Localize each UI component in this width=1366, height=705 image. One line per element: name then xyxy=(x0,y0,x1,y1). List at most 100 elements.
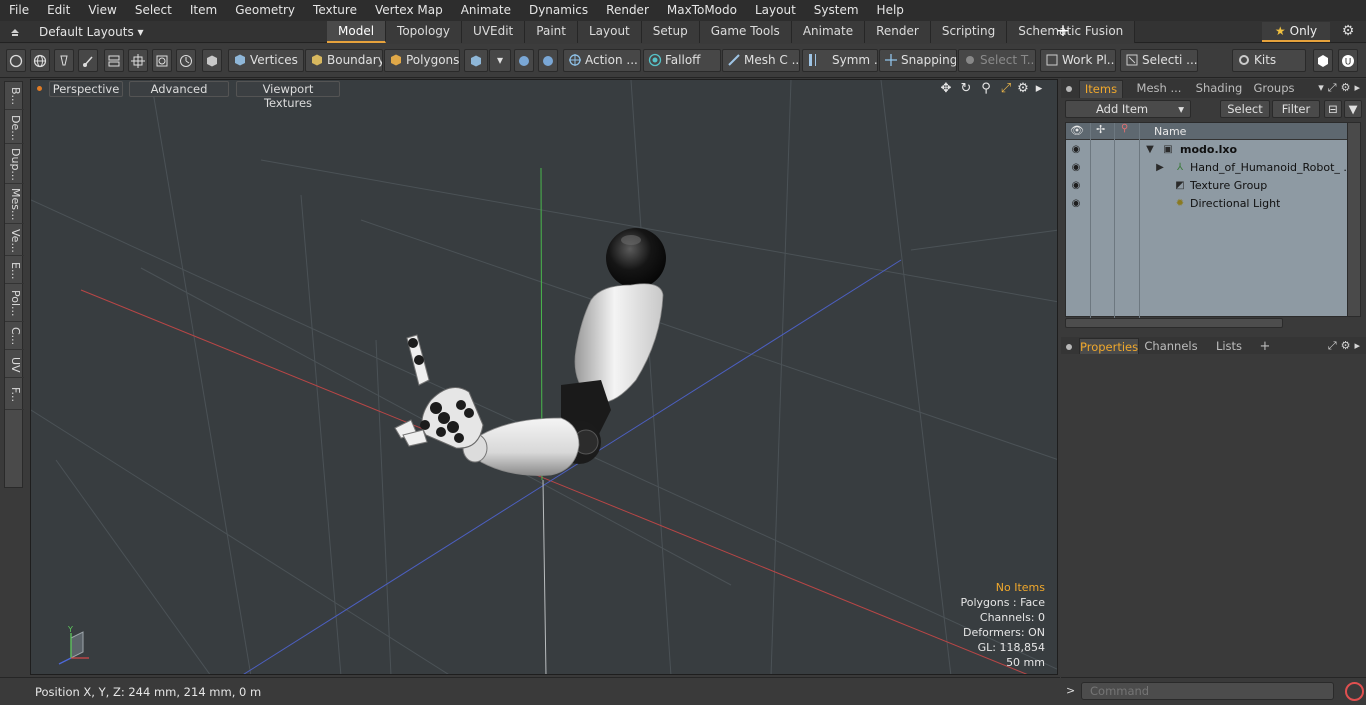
eye-icon[interactable]: ◉ xyxy=(1069,195,1083,213)
record-macro-icon[interactable] xyxy=(1345,682,1364,701)
layout-pin-icon[interactable] xyxy=(8,24,22,40)
panel-dot-icon[interactable] xyxy=(1066,86,1072,92)
filter-button[interactable]: Filter xyxy=(1272,100,1320,118)
menu-item[interactable]: Item xyxy=(181,0,226,21)
menu-geometry[interactable]: Geometry xyxy=(226,0,304,21)
kits-button[interactable]: Kits xyxy=(1232,49,1306,72)
item-list-horizontal-scrollbar[interactable] xyxy=(1065,318,1283,328)
left-tab-vertex[interactable]: Ve... xyxy=(5,226,24,256)
tab-shading[interactable]: Shading xyxy=(1191,80,1247,98)
unreal-icon[interactable]: U xyxy=(1338,49,1358,72)
name-column-header[interactable]: Name xyxy=(1154,125,1186,138)
select-circle-icon[interactable] xyxy=(6,49,26,72)
clock-icon[interactable] xyxy=(176,49,196,72)
globe-icon[interactable] xyxy=(30,49,50,72)
tab-uvedit[interactable]: UVEdit xyxy=(462,21,526,43)
item-row-scene[interactable]: ◉ ▼ ▣ modo.lxo xyxy=(1066,141,1349,159)
material-icon[interactable] xyxy=(464,49,488,72)
collapse-icon[interactable]: ⊟ xyxy=(1324,100,1342,118)
panel-header-icons[interactable]: ⤢⚙▸ xyxy=(1328,339,1364,353)
item-list-vertical-scrollbar[interactable] xyxy=(1347,122,1361,317)
left-tab-basic[interactable]: B... xyxy=(5,84,24,110)
tab-render[interactable]: Render xyxy=(865,21,931,43)
lock-column-icon[interactable]: ✢ xyxy=(1096,123,1105,136)
menu-texture[interactable]: Texture xyxy=(304,0,366,21)
brush-tool-icon[interactable] xyxy=(78,49,98,72)
menu-system[interactable]: System xyxy=(805,0,868,21)
item-row-light[interactable]: ◉ ✹ Directional Light xyxy=(1066,195,1349,213)
eye-icon[interactable]: ◉ xyxy=(1069,177,1083,195)
left-tab-edge[interactable]: E... xyxy=(5,258,24,284)
menu-view[interactable]: View xyxy=(79,0,125,21)
menu-maxtomodo[interactable]: MaxToModo xyxy=(658,0,746,21)
add-tab-icon[interactable]: + xyxy=(1054,23,1072,41)
only-toggle-button[interactable]: ★ Only xyxy=(1262,22,1330,42)
left-tab-polygon[interactable]: Pol... xyxy=(5,286,24,322)
command-input[interactable] xyxy=(1081,682,1334,700)
tab-animate[interactable]: Animate xyxy=(791,21,866,43)
3d-viewport[interactable]: Y Perspective Advanced Viewport Textures… xyxy=(30,79,1058,675)
polygons-button[interactable]: Polygons xyxy=(384,49,460,72)
expand-triangle-icon[interactable]: ▶ xyxy=(1154,159,1166,177)
vertices-button[interactable]: Vertices xyxy=(228,49,304,72)
viewport-gear-icon[interactable]: ⚙ xyxy=(1015,81,1031,97)
eye-icon[interactable]: ◉ xyxy=(1069,141,1083,159)
tab-scripting[interactable]: Scripting xyxy=(930,21,1008,43)
maximize-icon[interactable]: ⤢ xyxy=(998,81,1014,97)
tab-setup[interactable]: Setup xyxy=(641,21,700,43)
tab-model[interactable]: Model xyxy=(327,21,387,43)
left-tab-uv[interactable]: UV xyxy=(5,352,24,378)
action-center-button[interactable]: Action ... xyxy=(563,49,641,72)
visibility-column-icon[interactable]: 👁 xyxy=(1070,124,1084,137)
tab-groups[interactable]: Groups xyxy=(1249,80,1299,98)
tab-game-tools[interactable]: Game Tools xyxy=(699,21,792,43)
menu-edit[interactable]: Edit xyxy=(38,0,79,21)
chevron-down-icon[interactable]: ▾ xyxy=(489,49,511,72)
layout-selector[interactable]: Default Layouts ▾ xyxy=(34,23,144,41)
work-plane-button[interactable]: Work Pl... xyxy=(1040,49,1116,72)
command-history-arrow-icon[interactable]: > xyxy=(1066,684,1075,697)
snap-shield-icon[interactable] xyxy=(538,49,558,72)
align-icon[interactable] xyxy=(104,49,124,72)
funnel-icon[interactable]: ▼ xyxy=(1344,100,1362,118)
symmetry-button[interactable]: Symm ... xyxy=(802,49,878,72)
menu-layout[interactable]: Layout xyxy=(746,0,805,21)
panel-dot-icon[interactable] xyxy=(1066,344,1072,350)
pen-tool-icon[interactable] xyxy=(54,49,74,72)
viewport-options-dot[interactable] xyxy=(37,86,42,91)
select-button[interactable]: Select xyxy=(1220,100,1270,118)
menu-vertex-map[interactable]: Vertex Map xyxy=(366,0,452,21)
eye-icon[interactable]: ◉ xyxy=(1069,159,1083,177)
perspective-button[interactable]: Perspective xyxy=(49,81,123,97)
select-through-button[interactable]: Select T... xyxy=(958,49,1036,72)
symmetry-shield-icon[interactable] xyxy=(514,49,534,72)
menu-animate[interactable]: Animate xyxy=(452,0,520,21)
rotate-icon[interactable]: ↻ xyxy=(958,81,974,97)
frame-icon[interactable] xyxy=(152,49,172,72)
tab-layout[interactable]: Layout xyxy=(577,21,642,43)
items-mode-icon[interactable] xyxy=(202,49,222,72)
panel-header-icons[interactable]: ▾⤢⚙▸ xyxy=(1318,81,1364,95)
item-list[interactable]: 👁 ✢ ⚲ Name ◉ ▼ ▣ modo.lxo ◉ ▶ ⅄ Hand_of_… xyxy=(1065,122,1349,318)
menu-select[interactable]: Select xyxy=(126,0,181,21)
unity-icon[interactable] xyxy=(1313,49,1333,72)
snapping-button[interactable]: Snapping xyxy=(879,49,957,72)
left-tab-curve[interactable]: C... xyxy=(5,324,24,350)
tab-mesh[interactable]: Mesh ... xyxy=(1131,80,1187,98)
item-row-mesh[interactable]: ◉ ▶ ⅄ Hand_of_Humanoid_Robot_ ... xyxy=(1066,159,1349,177)
tab-paint[interactable]: Paint xyxy=(525,21,578,43)
mesh-constraint-button[interactable]: Mesh C ... xyxy=(722,49,800,72)
tab-items[interactable]: Items xyxy=(1079,80,1123,98)
item-row-texture-group[interactable]: ◉ ◩ Texture Group xyxy=(1066,177,1349,195)
menu-render[interactable]: Render xyxy=(597,0,658,21)
pan-icon[interactable]: ✥ xyxy=(938,81,954,97)
viewport-menu-arrow-icon[interactable]: ▸ xyxy=(1031,81,1047,97)
selection-sets-button[interactable]: Selecti ... xyxy=(1120,49,1198,72)
tab-topology[interactable]: Topology xyxy=(386,21,463,43)
left-tab-duplicate[interactable]: Dup... xyxy=(5,146,24,184)
menu-help[interactable]: Help xyxy=(868,0,913,21)
menu-dynamics[interactable]: Dynamics xyxy=(520,0,597,21)
menu-file[interactable]: File xyxy=(0,0,38,21)
add-item-button[interactable]: Add Item ▾ xyxy=(1065,100,1191,118)
falloff-button[interactable]: Falloff xyxy=(643,49,721,72)
